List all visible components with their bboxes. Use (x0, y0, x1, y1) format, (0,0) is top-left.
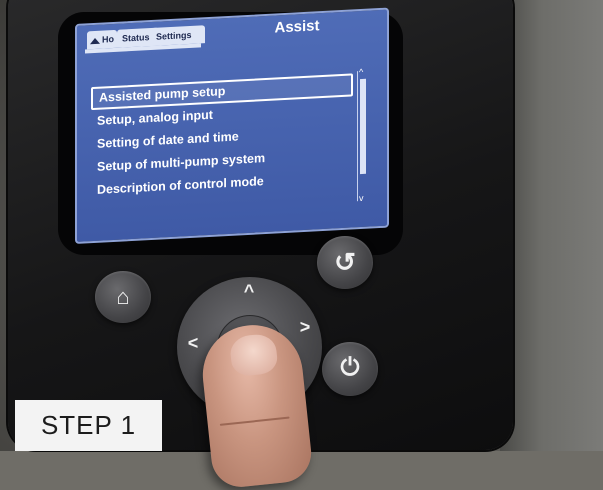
scroll-down-icon: v (359, 192, 364, 204)
tab-home-label: Ho (102, 33, 114, 45)
scroll-up-icon: ^ (359, 66, 364, 78)
scroll-thumb[interactable] (360, 78, 366, 175)
tab-assist[interactable]: Assist (199, 9, 389, 49)
finger-crease (219, 416, 290, 426)
assist-menu: Assisted pump setup Setup, analog input … (91, 73, 353, 202)
power-button[interactable]: ⏻ (322, 342, 378, 396)
home-button[interactable]: ⌂ (95, 271, 151, 323)
tab-home[interactable]: Ho (87, 29, 117, 50)
tab-assist-label: Assist (274, 17, 320, 37)
up-arrow-icon[interactable]: ^ (235, 281, 263, 302)
home-icon (90, 37, 100, 44)
display-screen: Ho Status Settings Assist Assisted pump … (75, 7, 389, 244)
right-arrow-icon[interactable]: > (295, 317, 315, 338)
left-arrow-icon[interactable]: < (183, 333, 203, 354)
back-button[interactable]: ↺ (317, 236, 373, 289)
tab-status-label: Status (122, 32, 150, 44)
house-icon: ⌂ (116, 284, 130, 309)
wall-surface (500, 0, 603, 451)
scrollbar[interactable]: ^ v (357, 67, 368, 204)
power-icon: ⏻ (340, 354, 360, 381)
step-caption: STEP 1 (15, 400, 162, 451)
back-arrow-icon: ↺ (334, 247, 356, 277)
fingernail (228, 332, 279, 378)
tab-settings-label: Settings (156, 29, 192, 42)
